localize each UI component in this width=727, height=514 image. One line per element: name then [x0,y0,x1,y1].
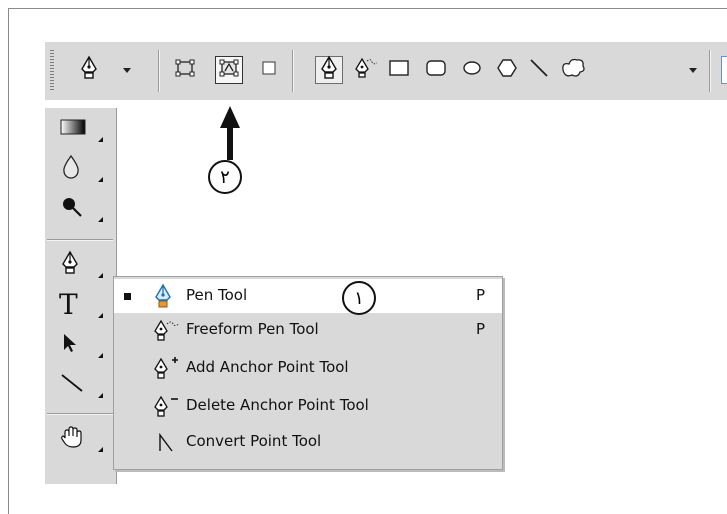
menu-item-convert-point-tool[interactable]: Convert Point Tool [114,425,502,459]
annotation-arrow [220,106,240,160]
separator [158,50,160,92]
add-anchor-icon [152,355,180,381]
separator [709,50,711,92]
custom-shape-icon [559,56,587,84]
gradient-icon [59,117,87,141]
pen-tool-option[interactable] [315,55,343,85]
options-bar [45,42,727,100]
menu-item-freeform-pen-tool[interactable]: Freeform Pen Tool P [114,313,502,347]
pen-icon [152,283,180,309]
pen-tool-flyout-menu: Pen Tool P Freeform Pen Tool P Add Ancho… [113,276,503,470]
menu-item-label: Pen Tool [186,286,248,304]
flyout-indicator [98,137,103,142]
paths-button[interactable] [215,56,243,84]
rounded-rectangle-option[interactable] [422,56,450,84]
convert-point-icon [152,429,180,455]
blur-tool[interactable] [51,152,107,186]
flyout-indicator [98,393,103,398]
paths-icon [218,57,240,83]
tool-preset-button[interactable] [75,55,103,85]
shape-layers-button[interactable] [171,56,199,84]
type-tool[interactable]: T [51,288,107,322]
custom-shape-option[interactable] [559,56,587,84]
ellipse-option[interactable] [458,56,486,84]
type-icon: T [59,288,78,321]
hand-tool[interactable] [51,422,107,456]
flyout-indicator [98,177,103,182]
line-icon [528,57,550,83]
freeform-pen-option[interactable] [352,56,380,84]
rounded-rectangle-icon [425,59,447,81]
flyout-indicator [98,353,103,358]
menu-item-label: Convert Point Tool [186,432,322,450]
ellipse-icon [461,59,483,81]
toolbox: T [45,108,116,484]
menu-item-label: Delete Anchor Point Tool [186,396,369,414]
flyout-indicator [98,447,103,452]
pen-icon [59,250,81,280]
menu-item-label: Freeform Pen Tool [186,320,319,338]
dodge-tool[interactable] [51,192,107,226]
menu-item-shortcut: P [476,286,486,304]
flyout-indicator [98,217,103,222]
dodge-icon [59,194,85,224]
selected-bullet [124,293,131,300]
delete-anchor-icon [152,393,180,419]
gradient-tool[interactable] [51,112,107,146]
polygon-option[interactable] [493,56,521,84]
path-selection-tool[interactable] [51,328,107,362]
toolbox-separator [47,239,113,241]
annotation-marker-1: ١ [342,281,376,315]
flyout-indicator [98,273,103,278]
menu-item-label: Add Anchor Point Tool [186,358,349,376]
rectangle-option[interactable] [385,56,413,84]
freeform-pen-icon [353,55,379,85]
pen-icon [78,55,100,85]
menu-item-add-anchor-point-tool[interactable]: Add Anchor Point Tool [114,351,502,385]
polygon-icon [496,57,518,83]
pen-tool[interactable] [51,248,107,282]
shape-layers-icon [174,57,196,83]
path-selection-icon [59,331,81,359]
annotation-marker-2: ٢ [208,160,242,194]
tool-preset-dropdown[interactable] [123,68,131,73]
hand-icon [59,424,85,454]
flyout-indicator [98,313,103,318]
fill-pixels-button[interactable] [255,56,283,84]
line-icon [59,371,85,399]
toolbox-separator [47,413,113,415]
freeform-pen-icon [152,317,180,343]
line-option[interactable] [525,56,553,84]
menu-item-delete-anchor-point-tool[interactable]: Delete Anchor Point Tool [114,389,502,423]
fill-pixels-icon [260,59,278,81]
line-tool[interactable] [51,368,107,402]
pen-icon [318,55,340,85]
separator [292,50,294,92]
menu-item-pen-tool[interactable]: Pen Tool P [114,279,502,313]
next-option-button[interactable] [721,56,727,84]
toolbar-grip[interactable] [50,50,54,92]
menu-item-shortcut: P [476,320,486,338]
blur-icon [59,153,83,185]
rectangle-icon [388,59,410,81]
custom-shape-dropdown[interactable] [689,68,697,73]
